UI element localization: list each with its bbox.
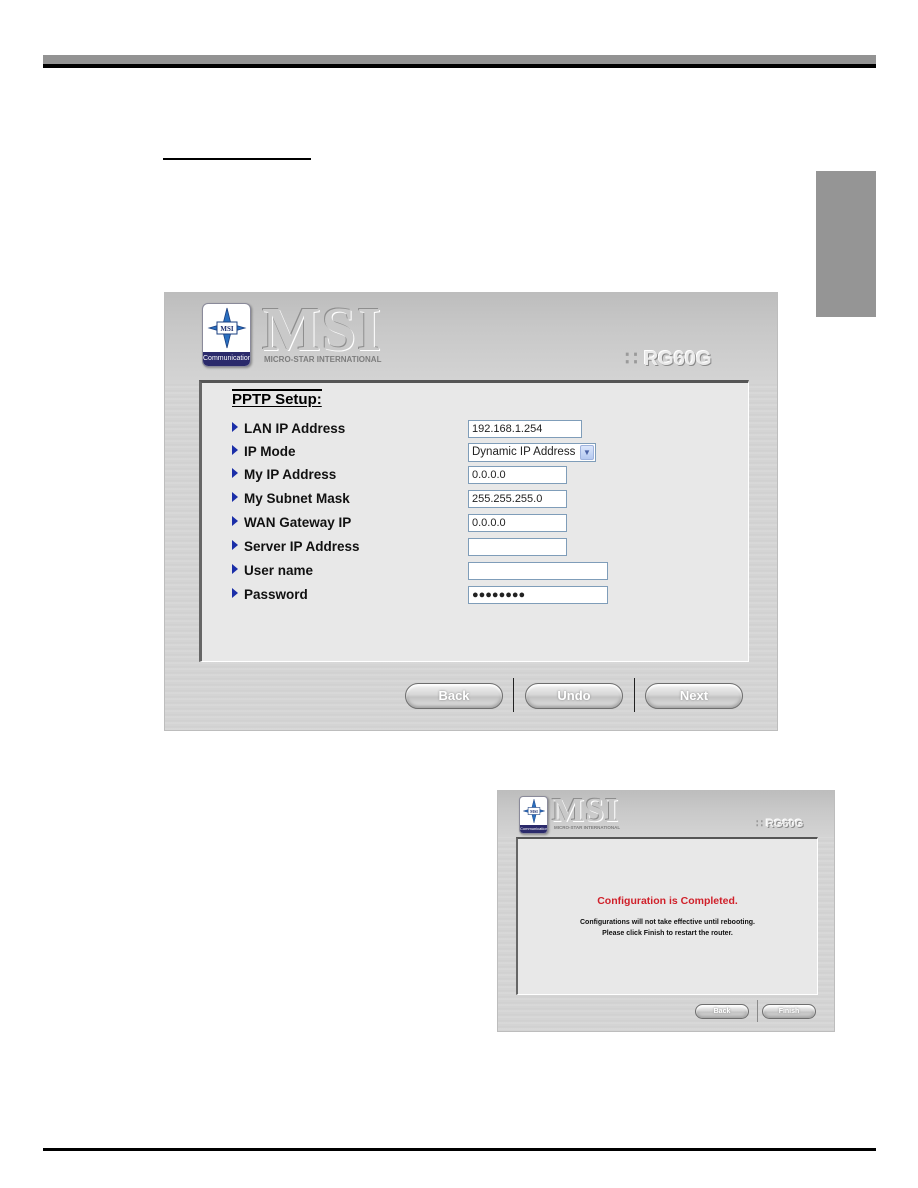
field-label: WAN Gateway IP bbox=[232, 515, 351, 530]
bullet-arrow-icon bbox=[232, 445, 238, 455]
model-label: RG60G bbox=[643, 348, 712, 370]
bullet-arrow-icon bbox=[232, 540, 238, 550]
field-label: LAN IP Address bbox=[232, 421, 345, 436]
back-button[interactable]: Back bbox=[405, 683, 503, 709]
form-row-subnet-mask: My Subnet Mask bbox=[232, 490, 752, 510]
bullet-arrow-icon bbox=[232, 564, 238, 574]
chevron-down-icon[interactable]: ▼ bbox=[580, 445, 594, 460]
field-label: Server IP Address bbox=[232, 539, 360, 554]
grid-icon: ∷ bbox=[625, 348, 638, 370]
undo-button[interactable]: Undo bbox=[525, 683, 623, 709]
form-row-password: Password ●●●●●●●● bbox=[232, 586, 752, 606]
bullet-arrow-icon bbox=[232, 588, 238, 598]
form-row-lan-ip: LAN IP Address bbox=[232, 420, 752, 440]
msi-wordmark: MSI bbox=[552, 792, 620, 829]
compass-star-icon: MSI bbox=[520, 797, 547, 825]
field-label: Password bbox=[232, 587, 308, 602]
grid-icon: ∷ bbox=[756, 818, 763, 830]
section-title: PPTP Setup: bbox=[232, 389, 322, 408]
msi-communication-logo: MSI Communication bbox=[202, 303, 251, 367]
my-ip-input[interactable] bbox=[468, 466, 567, 484]
server-ip-input[interactable] bbox=[468, 538, 567, 556]
form-row-username: User name bbox=[232, 562, 752, 582]
logo-band: Communication bbox=[520, 825, 548, 833]
svg-text:MSI: MSI bbox=[220, 325, 234, 333]
msi-wordmark-subtitle: MICRO-STAR INTERNATIONAL bbox=[554, 825, 621, 830]
button-divider bbox=[513, 678, 514, 712]
header-rule-gray bbox=[43, 55, 876, 64]
button-divider bbox=[757, 1000, 758, 1022]
ip-mode-select[interactable]: Dynamic IP Address ▼ bbox=[468, 443, 596, 462]
msi-wordmark: MSI bbox=[262, 296, 383, 364]
bullet-arrow-icon bbox=[232, 492, 238, 502]
form-row-my-ip: My IP Address bbox=[232, 466, 752, 486]
field-label: My Subnet Mask bbox=[232, 491, 350, 506]
form-row-wan-gateway: WAN Gateway IP bbox=[232, 514, 752, 534]
back-button[interactable]: Back bbox=[695, 1004, 749, 1019]
lan-ip-input[interactable] bbox=[468, 420, 582, 438]
completion-message-line1: Configurations will not take effective u… bbox=[579, 919, 755, 926]
form-row-ip-mode: IP Mode Dynamic IP Address ▼ bbox=[232, 443, 752, 463]
footer-rule bbox=[43, 1148, 876, 1151]
msi-communication-logo: MSI Communication bbox=[519, 796, 548, 834]
bullet-arrow-icon bbox=[232, 422, 238, 432]
next-button[interactable]: Next bbox=[645, 683, 743, 709]
ip-mode-selected-value: Dynamic IP Address bbox=[472, 446, 576, 458]
wan-gateway-input[interactable] bbox=[468, 514, 567, 532]
subnet-mask-input[interactable] bbox=[468, 490, 567, 508]
bullet-arrow-icon bbox=[232, 516, 238, 526]
content-panel: Configuration is Completed. Configuratio… bbox=[516, 837, 818, 995]
section-heading-underline bbox=[163, 158, 311, 160]
bullet-arrow-icon bbox=[232, 468, 238, 478]
chapter-side-tab bbox=[816, 171, 876, 317]
header-band bbox=[498, 791, 834, 837]
field-label: User name bbox=[232, 563, 313, 578]
svg-text:MSI: MSI bbox=[530, 809, 538, 814]
username-input[interactable] bbox=[468, 562, 608, 580]
completion-message-line2: Please click Finish to restart the route… bbox=[602, 930, 733, 937]
password-input[interactable]: ●●●●●●●● bbox=[468, 586, 608, 604]
pptp-setup-screenshot: MSI Communication MSI MICRO-STAR INTERNA… bbox=[164, 292, 778, 731]
field-label: IP Mode bbox=[232, 444, 296, 459]
logo-band: Communication bbox=[203, 352, 250, 366]
header-rule-black bbox=[43, 64, 876, 68]
model-name: ∷ RG60G bbox=[756, 817, 803, 830]
finish-button[interactable]: Finish bbox=[762, 1004, 816, 1019]
button-divider bbox=[634, 678, 635, 712]
msi-wordmark-subtitle: MICRO-STAR INTERNATIONAL bbox=[264, 355, 382, 364]
completion-title: Configuration is Completed. bbox=[597, 895, 738, 907]
configuration-completed-screenshot: MSI Communication MSI MICRO-STAR INTERNA… bbox=[497, 790, 835, 1032]
content-panel: PPTP Setup: LAN IP Address IP Mode Dynam… bbox=[199, 380, 749, 662]
model-label: RG60G bbox=[766, 818, 804, 830]
model-name: ∷ RG60G bbox=[625, 346, 712, 371]
compass-star-icon: MSI bbox=[203, 304, 250, 352]
field-label: My IP Address bbox=[232, 467, 336, 482]
form-row-server-ip: Server IP Address bbox=[232, 538, 752, 558]
